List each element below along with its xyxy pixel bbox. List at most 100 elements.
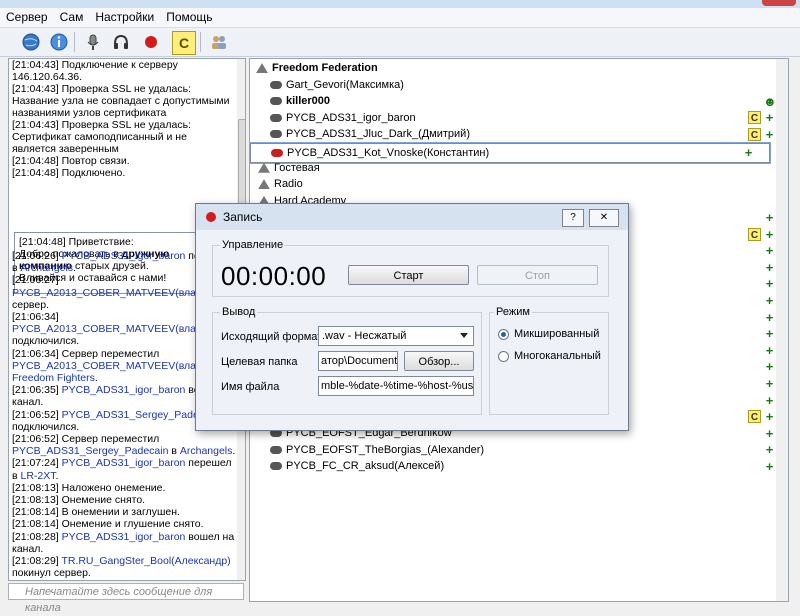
mode-group-label: Режим [494, 306, 532, 318]
chat-link[interactable]: Archangels [21, 262, 74, 274]
record-icon[interactable] [140, 31, 162, 53]
channel-icon [258, 162, 270, 173]
user-item[interactable]: PYCB_ADS31_Jluc_Dark_(Дмитрий) C + [250, 126, 788, 142]
mouth-icon [270, 97, 282, 106]
tree-label: Radio [274, 178, 303, 191]
microphone-icon[interactable] [82, 31, 104, 53]
log-line: [21:04:43] Подключение к серверу [12, 59, 178, 71]
chat-link[interactable]: PYCB_ADS31_Sergey_Padecain [12, 445, 168, 457]
chat-text: канал. [12, 396, 44, 409]
registered-icon: + [765, 409, 774, 425]
log-line: [21:04:43] Проверка SSL не удалась: [12, 83, 191, 95]
chevron-down-icon [460, 333, 468, 338]
filename-input[interactable]: mble-%date-%time-%host-%user [318, 376, 474, 396]
menu-server[interactable]: Сервер [0, 8, 54, 26]
user-item[interactable]: PYCB_EOFST_TheBorgias_(Alexander) + [250, 442, 788, 458]
tree-label: Freedom Federation [272, 62, 378, 74]
menu-help[interactable]: Помощь [160, 8, 218, 26]
commander-icon: C [748, 227, 761, 241]
channel-item[interactable]: Гостевая [250, 160, 778, 176]
filename-label: Имя файла [221, 381, 280, 393]
registered-icon: + [765, 259, 774, 275]
chat-message: [21:06:52] Сервер переместил [12, 433, 240, 445]
chat-link[interactable]: PYCB_A2013_COBER_MATVEEV [12, 360, 175, 372]
chat-text: сервер. [12, 298, 49, 311]
chat-link[interactable]: PYCB_ADS31_igor_baron [62, 457, 186, 469]
format-select[interactable]: .wav - Несжатый [318, 326, 474, 346]
channel-item[interactable]: Freedom Federation [250, 60, 776, 76]
registered-icon: + [765, 126, 774, 142]
help-button[interactable]: ? [562, 209, 584, 227]
chat-text: подключился. [12, 420, 80, 433]
chat-text: [21:06:35] [12, 384, 62, 397]
dialog-title: Запись [223, 210, 263, 224]
chat-text: [21:08:28] [12, 530, 62, 543]
user-item[interactable]: PYCB_FC_CR_aksud(Алексей) + [250, 458, 788, 474]
output-group-label: Вывод [220, 306, 258, 318]
registered-icon: + [765, 342, 774, 358]
mouth-icon [270, 80, 282, 89]
log-line: [21:04:43] Проверка SSL не удалась: [12, 119, 191, 131]
globe-icon[interactable] [20, 31, 42, 53]
chat-text: [21:08:13] Наложено онемение. [12, 481, 166, 494]
commander-icon: C [748, 127, 761, 141]
chat-text: [21:08:29] [12, 555, 62, 568]
tree-label: killer000 [286, 95, 331, 108]
channel-message-input[interactable]: Напечатайте здесь сообщение для канала [8, 583, 244, 614]
chat-link[interactable]: LR-2XT [21, 470, 56, 482]
user-item[interactable]: killer000 ☻ [250, 93, 788, 109]
channel-item[interactable]: Radio [250, 176, 778, 192]
chat-message: PYCB_ADS31_Sergey_Padecain в Archangels. [12, 445, 240, 457]
chat-text: [21:07:24] [12, 457, 62, 470]
chat-text: вошел на [185, 530, 235, 543]
chat-text: [21:06:27] [12, 274, 59, 287]
chat-text: [21:06:52] Сервер переместил [12, 433, 160, 446]
folder-input[interactable]: атор\Documents [318, 351, 398, 371]
users-icon[interactable] [208, 31, 230, 53]
user-item[interactable]: PYCB_ADS31_igor_baron C + [250, 110, 788, 126]
chat-text: в [12, 262, 21, 275]
chat-text: канал. [12, 542, 44, 555]
user-item[interactable]: Gart_Gevori(Максимка) [250, 77, 788, 93]
chat-message: [21:08:13] Онемение снято. [12, 494, 240, 506]
close-button[interactable]: ✕ [589, 209, 619, 227]
menu-settings[interactable]: Настройки [89, 8, 160, 26]
window-close-button[interactable] [762, 0, 796, 6]
browse-button[interactable]: Обзор... [404, 351, 474, 371]
log-line: является заверенным [12, 143, 119, 155]
channel-commander-icon[interactable]: C [172, 31, 196, 55]
log-line: названиями узлов сертификата [12, 107, 167, 119]
chat-link[interactable]: TR.RU_GangSter_Bool(Александр) [61, 555, 230, 567]
headphones-icon[interactable] [110, 31, 132, 53]
log-line: [21:04:48] Подключено. [12, 167, 126, 179]
chat-text: . [55, 469, 59, 482]
chat-link[interactable]: Archangels [180, 445, 233, 457]
chat-message: в LR-2XT. [12, 470, 240, 482]
chat-message: [21:07:24] PYCB_ADS31_igor_baron перешел [12, 457, 240, 469]
log-line: [21:04:48] Повтор связи. [12, 155, 130, 167]
friend-icon: ☻ [763, 93, 777, 109]
chat-text: [21:06:52] [12, 408, 62, 421]
chat-link[interactable]: Freedom Fighters [12, 372, 95, 384]
chat-link[interactable]: PYCB_A2013_COBER_MATVEEV [12, 287, 175, 299]
chat-link[interactable]: PYCB_ADS31_igor_baron [62, 384, 186, 396]
tree-label: PYCB_ADS31_Kot_Vnoske(Константин) [287, 147, 490, 159]
chat-text: в [12, 469, 21, 482]
chat-text: [21:06:26] [12, 250, 62, 262]
stop-button[interactable]: Стоп [477, 265, 598, 285]
info-icon[interactable] [48, 31, 70, 53]
mode-mixed-radio[interactable] [498, 329, 509, 340]
record-icon [206, 212, 216, 222]
chat-text: [21:08:14] Онемение и глушение снято. [12, 518, 204, 531]
chat-link[interactable]: PYCB_ADS31_igor_baron [62, 250, 186, 262]
mode-multichannel-radio[interactable] [498, 351, 509, 362]
registered-icon: + [765, 392, 774, 408]
recording-timer: 00:00:00 [221, 261, 327, 291]
log-line: 146.120.64.36. [12, 71, 83, 83]
menu-self[interactable]: Сам [54, 8, 90, 26]
chat-message: покинул сервер. [12, 567, 240, 579]
chat-link[interactable]: PYCB_ADS31_igor_baron [62, 531, 186, 543]
chat-link[interactable]: PYCB_A2013_COBER_MATVEEV [12, 323, 175, 335]
toolbar: C [0, 28, 800, 57]
start-button[interactable]: Старт [348, 265, 469, 285]
